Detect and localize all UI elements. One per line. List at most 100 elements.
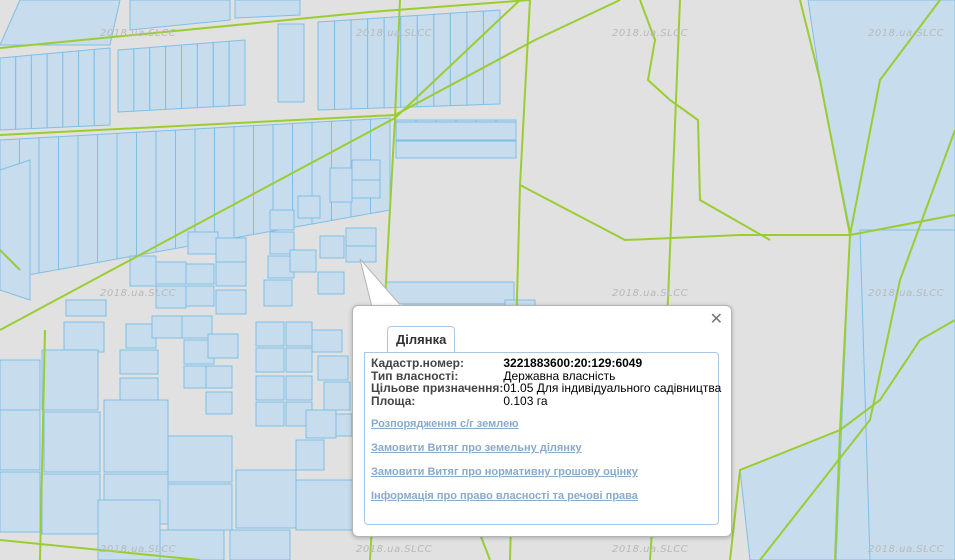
link-ownership-info[interactable]: Інформація про право власності та речові… xyxy=(371,489,638,513)
parcel[interactable] xyxy=(93,47,111,127)
parcel[interactable] xyxy=(136,130,157,257)
parcel[interactable] xyxy=(285,347,313,373)
tab-parcel[interactable]: Ділянка xyxy=(387,326,456,353)
watermark-text: 2018.ua.SLCC xyxy=(100,288,177,299)
parcel[interactable] xyxy=(214,126,235,243)
field-label: Площа: xyxy=(371,393,416,408)
watermark-text: 2018.ua.SLCC xyxy=(356,544,433,555)
parcel[interactable] xyxy=(155,261,187,285)
parcel[interactable] xyxy=(228,39,246,107)
parcel[interactable] xyxy=(62,50,80,128)
parcel[interactable] xyxy=(30,53,48,130)
parcel[interactable] xyxy=(43,411,101,473)
parcel[interactable] xyxy=(255,321,285,347)
parcel[interactable] xyxy=(255,401,285,427)
parcel[interactable] xyxy=(466,10,484,106)
parcel[interactable] xyxy=(255,375,285,401)
parcel[interactable] xyxy=(0,409,41,471)
parcel[interactable] xyxy=(185,263,215,285)
watermark-text: 2018.ua.SLCC xyxy=(612,544,689,555)
parcel[interactable] xyxy=(0,471,41,533)
parcel[interactable] xyxy=(285,375,313,401)
parcel[interactable] xyxy=(317,20,336,111)
watermark-text: 2018.ua.SLCC xyxy=(868,544,945,555)
parcel[interactable] xyxy=(116,131,137,260)
parcel[interactable] xyxy=(233,125,254,239)
parcel[interactable] xyxy=(129,255,157,287)
parcel[interactable] xyxy=(295,479,357,531)
parcel[interactable] xyxy=(255,347,285,373)
parcel[interactable] xyxy=(187,231,219,255)
parcel[interactable] xyxy=(215,237,247,263)
parcel[interactable] xyxy=(351,179,381,199)
parcel[interactable] xyxy=(319,235,345,259)
parcel[interactable] xyxy=(63,321,105,353)
parcel[interactable] xyxy=(395,121,517,141)
parcel[interactable] xyxy=(97,132,118,264)
link-order-parcel-extract[interactable]: Замовити Витяг про земельну ділянку xyxy=(371,441,638,465)
parcel[interactable] xyxy=(38,136,59,274)
parcel[interactable] xyxy=(334,19,352,110)
parcel[interactable] xyxy=(0,56,17,131)
parcel[interactable] xyxy=(269,209,295,231)
parcel[interactable] xyxy=(46,51,64,129)
parcel[interactable] xyxy=(155,129,176,253)
parcel[interactable] xyxy=(212,40,230,108)
parcel[interactable] xyxy=(77,133,98,267)
parcel[interactable] xyxy=(194,127,215,246)
parcel[interactable] xyxy=(167,435,233,483)
parcel[interactable] xyxy=(311,329,343,353)
watermark-text: 2018.ua.SLCC xyxy=(868,28,945,39)
parcel[interactable] xyxy=(196,41,214,109)
parcel[interactable] xyxy=(0,359,41,411)
parcel[interactable] xyxy=(351,159,381,181)
parcel[interactable] xyxy=(41,473,101,535)
link-land-disposal[interactable]: Розпорядження с/г землею xyxy=(371,417,638,441)
parcel[interactable] xyxy=(297,195,321,219)
parcel[interactable] xyxy=(329,167,353,203)
parcel[interactable] xyxy=(215,289,247,315)
parcel[interactable] xyxy=(285,321,313,347)
watermark-text: 2018.ua.SLCC xyxy=(612,28,689,39)
parcel[interactable] xyxy=(215,261,247,287)
parcel[interactable] xyxy=(207,333,239,359)
parcel[interactable] xyxy=(263,279,293,307)
parcel[interactable] xyxy=(482,9,501,106)
parcel[interactable] xyxy=(117,48,135,113)
parcel[interactable] xyxy=(149,45,167,111)
link-order-valuation-extract[interactable]: Замовити Витяг про нормативну грошову оц… xyxy=(371,465,638,489)
parcel[interactable] xyxy=(323,381,351,411)
parcel[interactable] xyxy=(395,140,517,159)
parcel[interactable] xyxy=(151,315,183,339)
parcel[interactable] xyxy=(165,44,182,110)
parcel[interactable] xyxy=(277,23,305,103)
parcel[interactable] xyxy=(78,48,95,127)
parcel-large[interactable] xyxy=(859,229,955,560)
parcel[interactable] xyxy=(103,399,169,473)
parcel[interactable] xyxy=(181,43,198,110)
parcel[interactable] xyxy=(65,299,107,317)
parcel[interactable] xyxy=(345,227,377,247)
parcel[interactable] xyxy=(15,54,32,130)
parcel[interactable] xyxy=(41,349,99,411)
parcel[interactable] xyxy=(119,377,159,401)
parcel[interactable] xyxy=(317,271,345,295)
parcel[interactable] xyxy=(58,135,79,271)
parcel[interactable] xyxy=(305,409,337,439)
close-icon[interactable]: ✕ xyxy=(710,312,723,328)
parcel[interactable] xyxy=(317,355,349,381)
parcel[interactable] xyxy=(133,46,151,112)
parcel[interactable] xyxy=(295,439,325,471)
parcel[interactable] xyxy=(229,529,291,560)
parcel[interactable] xyxy=(235,469,297,529)
parcel-large[interactable] xyxy=(129,0,231,31)
watermark-text: 2018.ua.SLCC xyxy=(868,288,945,299)
parcel[interactable] xyxy=(0,159,31,301)
parcel[interactable] xyxy=(205,365,233,389)
parcel[interactable] xyxy=(167,483,233,531)
parcel[interactable] xyxy=(119,349,159,375)
parcel[interactable] xyxy=(289,249,317,273)
parcel-large[interactable] xyxy=(234,0,301,19)
parcel[interactable] xyxy=(205,391,233,415)
parcel[interactable] xyxy=(185,285,215,307)
